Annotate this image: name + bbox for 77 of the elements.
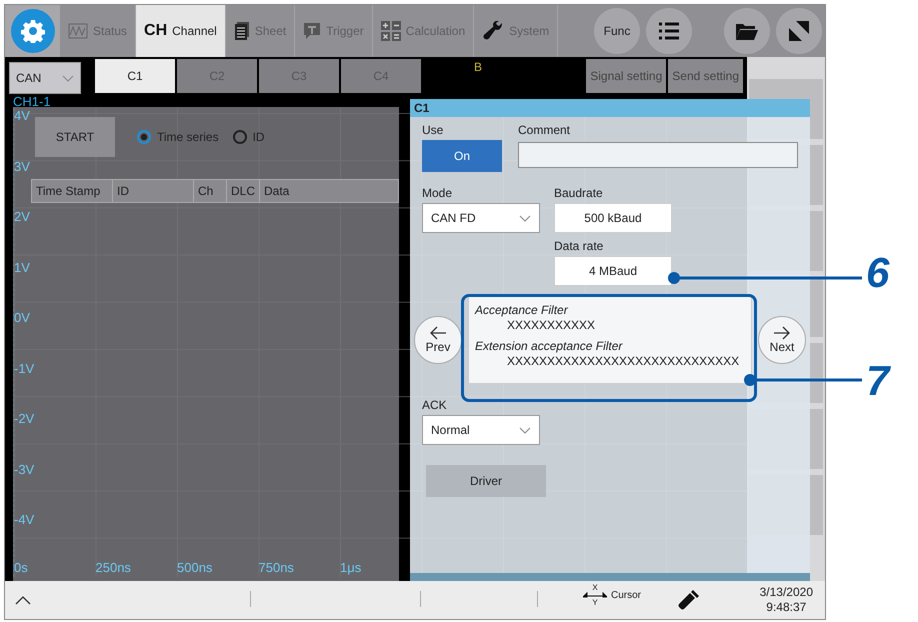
time-text: 9:48:37 [766,600,806,615]
use-toggle-button[interactable]: On [422,140,502,172]
axis-label: Y [592,598,598,607]
dialog-title: C1 [410,99,810,117]
filter-value: XXXXXXXXXXX [506,318,596,332]
wrench-icon [482,21,504,41]
next-button[interactable]: Next [758,316,806,364]
setting-button[interactable]: Send setting [668,59,743,93]
callout-number: 7 [866,360,890,402]
view-radio[interactable]: Time series [137,130,219,144]
view-radio[interactable]: ID [232,130,265,144]
cursor-label: Cursor [611,590,642,600]
channel-dropdown[interactable]: CAN [9,62,81,94]
marker-label: B [474,60,482,74]
prev-button[interactable]: Prev [414,316,462,364]
y-axis-label: 1V [14,260,30,274]
channel-tab[interactable]: C1 [95,59,175,93]
mode-dropdown[interactable]: CAN FD [422,203,540,233]
open-folder-button[interactable] [724,8,770,54]
y-axis-label: -1V [14,360,34,376]
speech-bubble-icon [303,22,322,40]
document-icon [234,22,250,40]
column-header: Ch [194,180,227,202]
list-icon [658,22,680,40]
data-rate-field[interactable]: 4 MBaud [554,256,672,286]
field-label: Comment [518,123,572,137]
cursor-icon [583,592,607,598]
start-button[interactable]: START [35,117,115,157]
waveform-icon [68,23,88,39]
y-axis-label: 2V [14,209,30,224]
resize-button[interactable] [776,8,822,54]
y-axis-label: -2V [14,411,34,426]
x-axis-label: 750ns [258,560,295,574]
field-label: Mode [422,186,454,200]
column-header: Data [263,183,290,200]
folder-icon [735,22,759,40]
diagonal-arrows-icon [788,20,810,42]
chevron-icon [519,426,531,434]
calculator-icon [380,21,401,41]
axis-label: X [592,583,598,592]
chevron-icon [519,214,531,222]
x-axis-label: 0s [14,560,29,574]
menu-button[interactable] [646,8,692,54]
x-axis-label: 500ns [177,560,214,574]
caret-up-icon [15,596,31,604]
setting-button[interactable]: Signal setting [586,59,666,93]
left-arrow-icon [429,326,447,340]
field-label: Data rate [554,239,604,253]
y-axis-label: 4V [14,108,30,123]
chevron-icon [62,74,74,82]
usb-drive-icon [677,590,699,610]
column-header: DLC [227,180,260,202]
x-axis-label: 1μs [340,560,362,574]
callout-number: 6 [866,252,890,294]
column-header: ID [113,180,194,202]
y-axis-label: 3V [14,158,30,174]
y-axis-label: 0V [14,310,30,325]
right-arrow-icon [773,326,791,340]
driver-button[interactable]: Driver [426,465,546,497]
filter-label: Acceptance Filter [475,303,570,317]
field-label: Use [422,123,444,137]
baudrate-field[interactable]: 500 kBaud [554,203,672,233]
column-header: Time Stamp [32,180,113,202]
x-axis-label: 250ns [96,560,132,574]
ack-dropdown[interactable]: Normal [422,415,540,445]
filter-value: XXXXXXXXXXXXXXXXXXXXXXXXXXXXX [506,354,740,368]
toolbar-tab[interactable]: CH Channel [136,5,226,57]
settings-button[interactable] [10,9,54,53]
field-label: Baudrate [554,186,604,200]
func-button[interactable]: Func [594,8,640,54]
field-label: ACK [422,398,448,412]
y-axis-label: -4V [14,512,34,527]
y-axis-label: -3V [14,462,34,476]
comment-field[interactable] [518,142,798,168]
settings-icon [20,19,44,43]
date-text: 3/13/2020 [760,585,813,600]
filter-label: Extension acceptance Filter [475,339,624,353]
